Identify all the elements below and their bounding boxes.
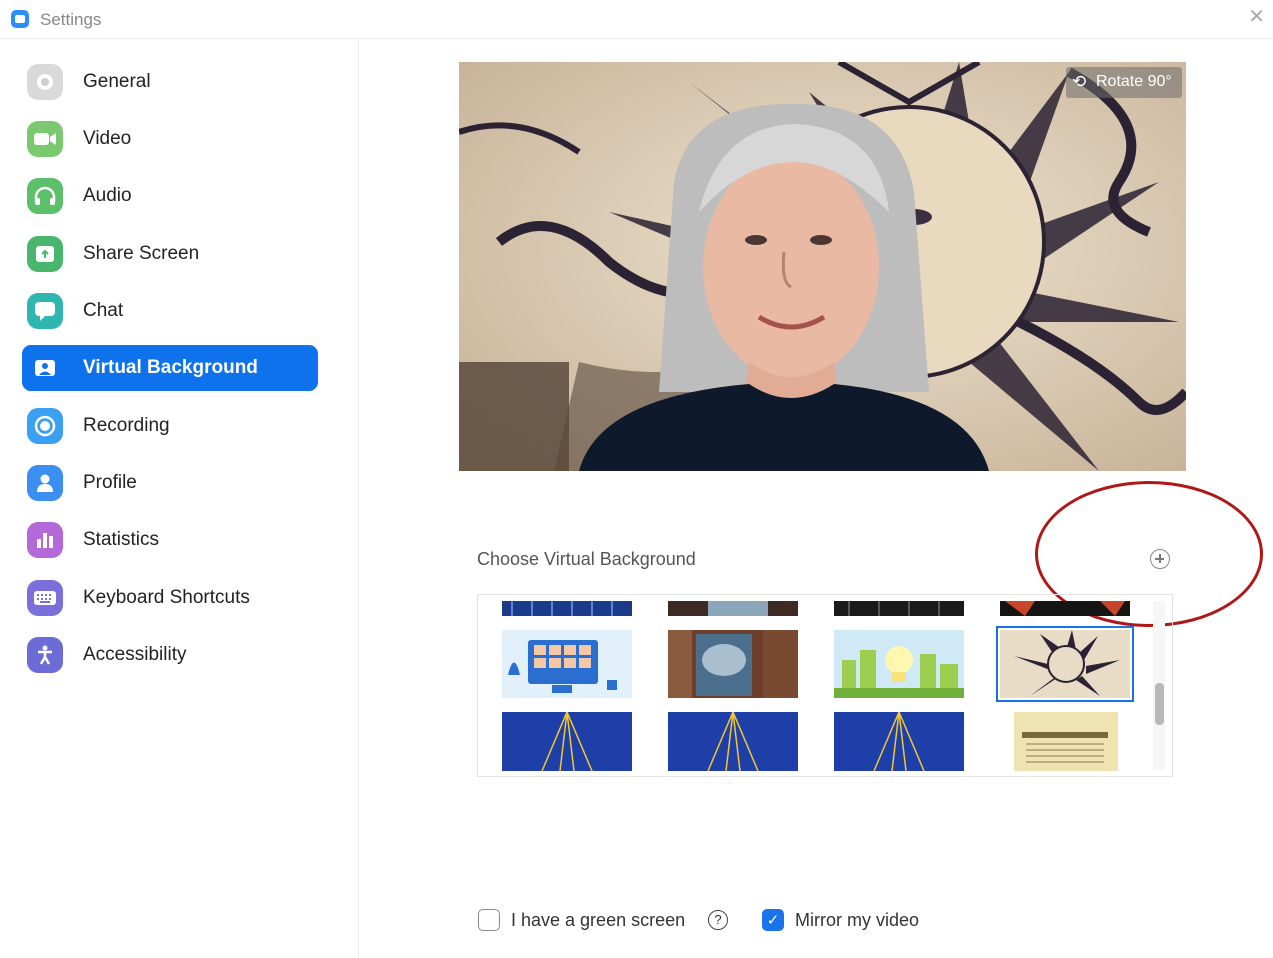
help-question-icon[interactable]: ?	[708, 910, 728, 930]
sidebar-item-audio[interactable]: Audio	[22, 173, 318, 219]
sidebar-item-recording[interactable]: Recording	[22, 403, 318, 449]
rotate-button[interactable]: ⟲ Rotate 90°	[1066, 67, 1182, 98]
accessibility-icon	[27, 637, 63, 673]
background-thumbnail[interactable]	[668, 630, 798, 698]
green-screen-label[interactable]: I have a green screen	[511, 910, 685, 931]
person-icon	[27, 465, 63, 501]
choose-background-heading: Choose Virtual Background	[477, 549, 696, 569]
sidebar-item-label: General	[83, 71, 151, 92]
chat-bubble-icon	[27, 293, 63, 329]
sidebar-item-profile[interactable]: Profile	[22, 460, 318, 506]
gear-icon	[27, 64, 63, 100]
green-screen-checkbox[interactable]	[478, 909, 500, 931]
sidebar-item-label: Share Screen	[83, 243, 200, 264]
sidebar-item-label: Virtual Background	[83, 357, 258, 378]
sidebar-item-statistics[interactable]: Statistics	[22, 517, 318, 563]
background-thumbnail[interactable]	[502, 712, 632, 771]
sidebar-item-label: Accessibility	[83, 644, 187, 665]
video-camera-icon	[27, 121, 63, 157]
sidebar-item-general[interactable]: General	[22, 59, 318, 105]
background-thumbnail[interactable]	[668, 712, 798, 771]
keyboard-icon	[27, 580, 63, 616]
sidebar-item-label: Recording	[83, 415, 170, 436]
background-thumbnail[interactable]	[1000, 712, 1130, 771]
rotate-icon: ⟲	[1072, 72, 1087, 91]
settings-sidebar: General Video Audio Share Screen Chat Vi…	[0, 39, 359, 958]
background-thumbnail[interactable]	[1000, 601, 1130, 616]
title-bar: Settings ✕	[0, 0, 1273, 39]
sidebar-item-virtual-background[interactable]: Virtual Background	[22, 345, 318, 391]
zoom-app-icon	[11, 10, 29, 28]
sidebar-item-label: Chat	[83, 300, 124, 321]
background-thumbnail[interactable]	[502, 601, 632, 616]
thumbnail-scrollbar-thumb[interactable]	[1155, 683, 1164, 725]
window-title: Settings	[40, 10, 102, 29]
sidebar-item-label: Video	[83, 128, 132, 149]
sidebar-item-video[interactable]: Video	[22, 116, 318, 162]
sidebar-item-keyboard-shortcuts[interactable]: Keyboard Shortcuts	[22, 575, 318, 621]
record-icon	[27, 408, 63, 444]
sidebar-item-label: Keyboard Shortcuts	[83, 587, 250, 608]
background-thumbnail-selected[interactable]	[996, 626, 1134, 702]
background-thumbnail[interactable]	[834, 712, 964, 771]
share-screen-icon	[27, 236, 63, 272]
sidebar-item-chat[interactable]: Chat	[22, 288, 318, 334]
sidebar-item-label: Profile	[83, 472, 137, 493]
mirror-video-checkbox[interactable]: ✓	[762, 909, 784, 931]
video-preview	[459, 62, 1186, 471]
mirror-video-label[interactable]: Mirror my video	[795, 910, 919, 931]
rotate-button-label: Rotate 90°	[1096, 73, 1172, 90]
background-thumbnail[interactable]	[834, 630, 964, 698]
sidebar-item-share-screen[interactable]: Share Screen	[22, 231, 318, 277]
background-thumbnail[interactable]	[668, 601, 798, 616]
sidebar-item-label: Statistics	[83, 529, 160, 550]
close-icon[interactable]: ✕	[1248, 7, 1265, 27]
checkmark-icon: ✓	[766, 912, 780, 929]
background-thumbnail[interactable]	[502, 630, 632, 698]
bar-chart-icon	[27, 522, 63, 558]
headphones-icon	[27, 178, 63, 214]
virtual-background-icon	[27, 350, 63, 386]
sidebar-item-label: Audio	[83, 185, 132, 206]
background-thumbnail[interactable]	[834, 601, 964, 616]
sidebar-item-accessibility[interactable]: Accessibility	[22, 632, 318, 678]
